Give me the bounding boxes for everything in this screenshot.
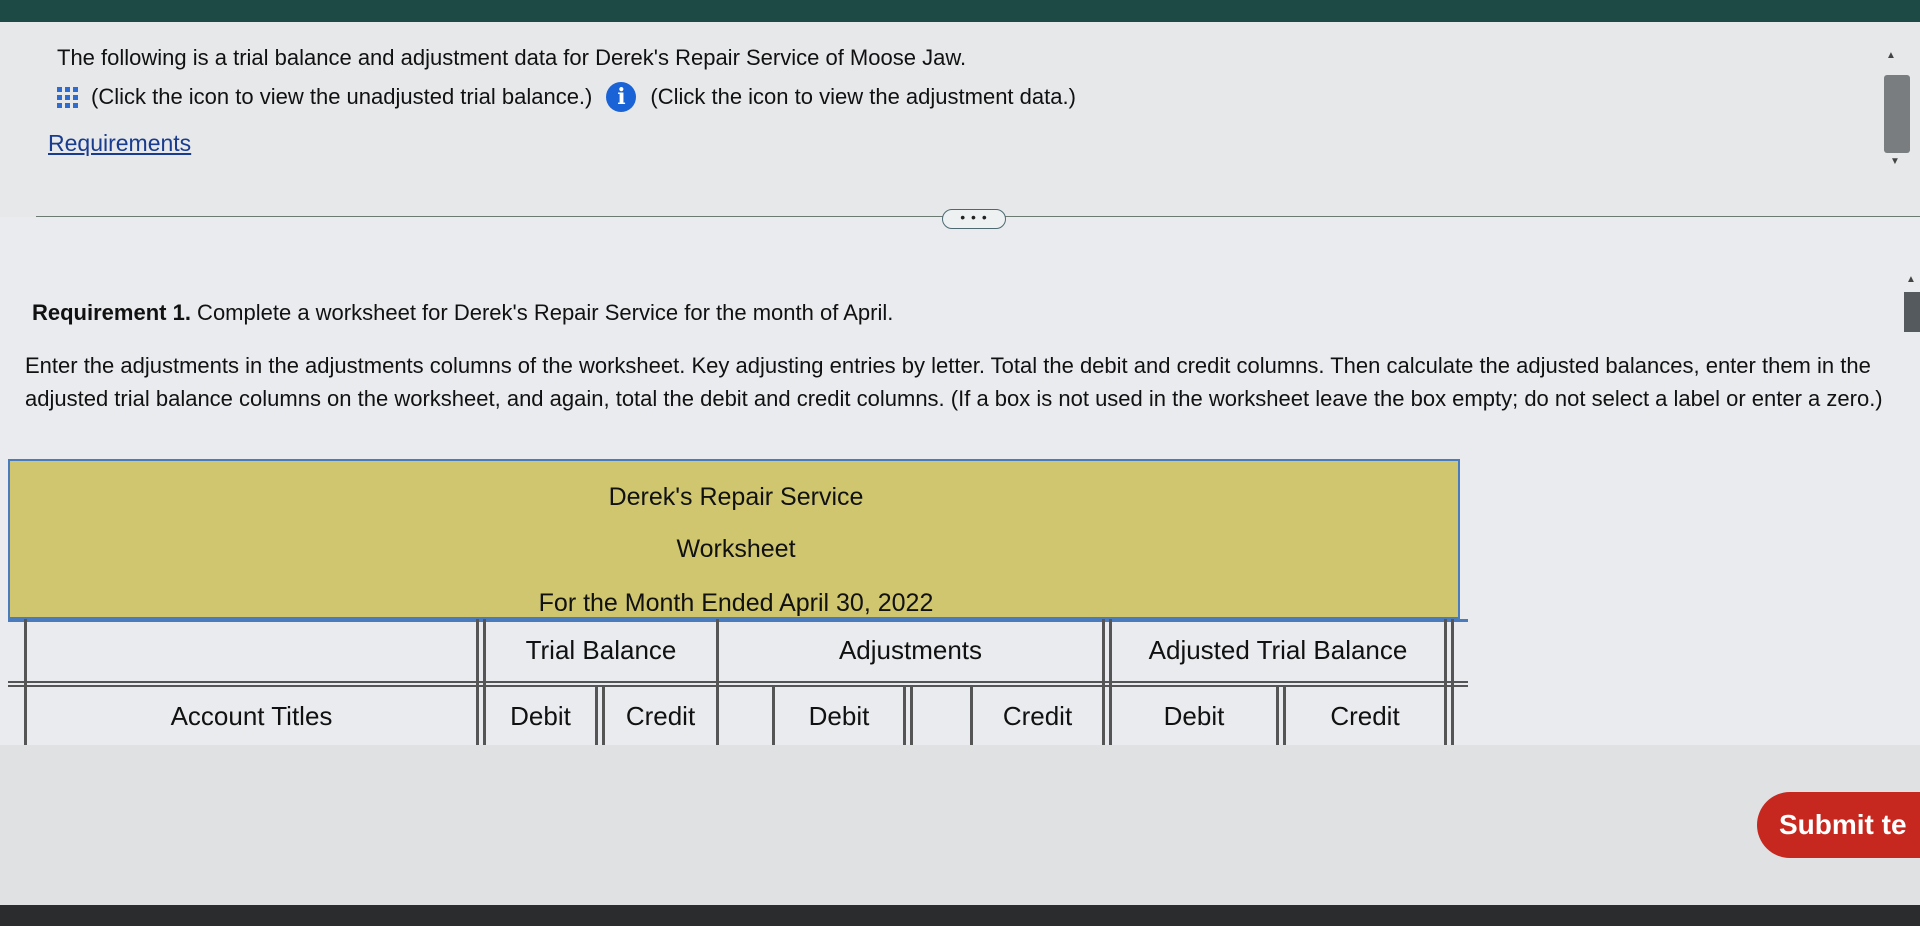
adjustments-debit-header: Debit [808, 700, 870, 731]
data-links-row: (Click the icon to view the unadjusted t… [57, 82, 1076, 112]
adjusted-trial-balance-group-header: Adjusted Trial Balance [1148, 634, 1408, 665]
requirement-label: Requirement 1. [32, 300, 191, 325]
trial-balance-debit-header: Debit [510, 700, 571, 731]
requirement-heading: Requirement 1. Complete a worksheet for … [32, 300, 893, 326]
account-titles-header: Account Titles [170, 700, 333, 731]
table-grid-icon[interactable] [57, 86, 79, 108]
expand-more-button[interactable]: • • • [942, 209, 1006, 229]
bottom-bar [0, 905, 1920, 926]
intro-text: The following is a trial balance and adj… [57, 45, 967, 70]
worksheet-column-headers: Trial Balance Adjustments Adjusted Trial… [8, 619, 1468, 745]
worksheet-period: For the Month Ended April 30, 2022 [538, 589, 934, 617]
requirement-text: Complete a worksheet for Derek's Repair … [190, 300, 894, 325]
trial-balance-credit-header: Credit [625, 700, 696, 731]
trial-balance-link-text: (Click the icon to view the unadjusted t… [91, 84, 593, 109]
adjustments-group-header: Adjustments [838, 634, 983, 665]
adjusted-debit-header: Debit [1163, 700, 1225, 731]
scrollbar-thumb[interactable] [1904, 292, 1920, 332]
adjustments-credit-header: Credit [1002, 700, 1073, 731]
worksheet-title: Worksheet [676, 535, 796, 563]
worksheet-header: Derek's Repair Service Worksheet For the… [8, 459, 1460, 619]
worksheet: Derek's Repair Service Worksheet For the… [8, 459, 1468, 745]
scroll-down-arrow-icon[interactable]: ▼ [1890, 156, 1900, 167]
submit-test-button[interactable]: Submit te [1757, 792, 1920, 858]
adjusted-credit-header: Credit [1330, 700, 1400, 731]
company-name: Derek's Repair Service [608, 483, 864, 511]
requirements-link[interactable]: Requirements [48, 130, 191, 157]
instructions-text: Enter the adjustments in the adjustments… [25, 353, 1883, 411]
info-icon[interactable]: i [606, 82, 637, 112]
scrollbar-thumb[interactable] [1884, 75, 1910, 153]
footer-area [0, 745, 1920, 926]
scroll-up-arrow-icon[interactable]: ▲ [1886, 50, 1896, 61]
scroll-up-arrow-icon[interactable]: ▲ [1906, 274, 1916, 285]
trial-balance-group-header: Trial Balance [525, 634, 677, 665]
adjustment-data-link-text: (Click the icon to view the adjustment d… [650, 84, 1076, 109]
